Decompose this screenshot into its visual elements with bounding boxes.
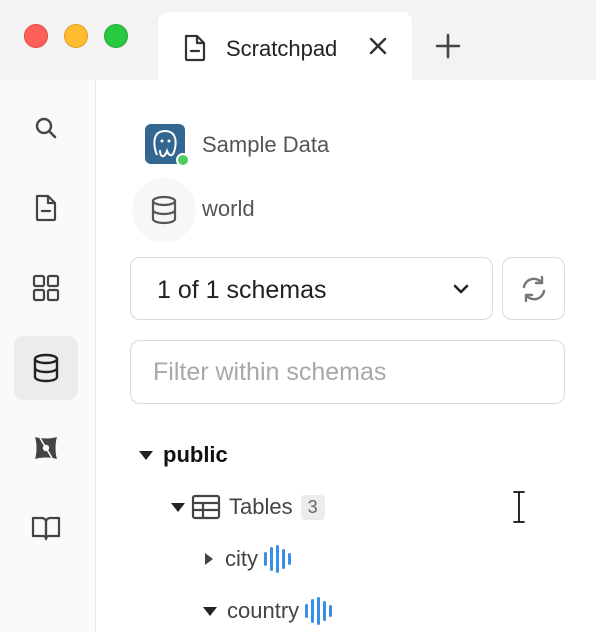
database-icon	[33, 353, 59, 383]
window-close-button[interactable]	[24, 24, 48, 48]
schema-filter-input[interactable]	[130, 340, 565, 404]
tables-label: Tables	[229, 494, 293, 519]
tree-table-city[interactable]: city	[205, 544, 291, 574]
caret-down-icon[interactable]	[203, 606, 217, 616]
new-tab-plus-icon[interactable]	[434, 32, 462, 60]
text-cursor-icon	[512, 490, 526, 524]
refresh-icon	[522, 275, 545, 302]
sidebar-item-search[interactable]	[14, 96, 78, 160]
tab-label: Scratchpad	[226, 36, 338, 61]
main-panel: Sample Data world 1 of 1 schemas public	[97, 80, 596, 632]
connection-name[interactable]: Sample Data	[202, 132, 329, 158]
database-name[interactable]: world	[202, 196, 255, 222]
sidebar-item-dashboards[interactable]	[14, 256, 78, 320]
title-bar: Scratchpad	[0, 0, 596, 80]
database-circle	[132, 178, 196, 242]
table-name: city	[225, 546, 258, 571]
window-minimize-button[interactable]	[64, 24, 88, 48]
sidebar-item-docs[interactable]	[14, 496, 78, 560]
database-icon	[151, 195, 177, 225]
grid-icon	[32, 274, 60, 302]
table-name: country	[227, 598, 300, 623]
sidebar-item-scratchpad[interactable]	[14, 176, 78, 240]
book-icon	[31, 516, 61, 541]
table-stats-icon	[305, 597, 333, 625]
tab-scratchpad[interactable]: Scratchpad	[158, 12, 412, 80]
caret-down-icon[interactable]	[171, 502, 185, 512]
document-icon	[35, 194, 57, 222]
caret-down-icon[interactable]	[139, 450, 153, 460]
close-icon[interactable]	[366, 34, 390, 58]
sidebar-item-databases[interactable]	[14, 336, 78, 400]
chevron-down-icon	[453, 284, 469, 294]
tables-count-badge: 3	[300, 494, 325, 520]
refresh-schemas-button[interactable]	[502, 257, 565, 320]
tree-schema-public[interactable]: public	[139, 440, 228, 470]
document-icon	[184, 34, 206, 62]
schema-select[interactable]: 1 of 1 schemas	[130, 257, 493, 320]
sidebar	[0, 80, 96, 632]
table-icon	[191, 494, 221, 520]
table-stats-icon	[264, 545, 291, 573]
connection-status-dot	[176, 153, 190, 167]
tree-table-country[interactable]: country	[203, 596, 333, 626]
window-maximize-button[interactable]	[104, 24, 128, 48]
search-icon	[35, 117, 57, 139]
sidebar-item-dbt[interactable]	[14, 416, 78, 480]
caret-right-icon[interactable]	[205, 553, 213, 565]
tree-tables-group[interactable]: Tables 3	[171, 492, 325, 522]
dbt-icon	[35, 437, 57, 459]
schema-name: public	[163, 442, 228, 467]
schema-select-value: 1 of 1 schemas	[157, 276, 327, 304]
